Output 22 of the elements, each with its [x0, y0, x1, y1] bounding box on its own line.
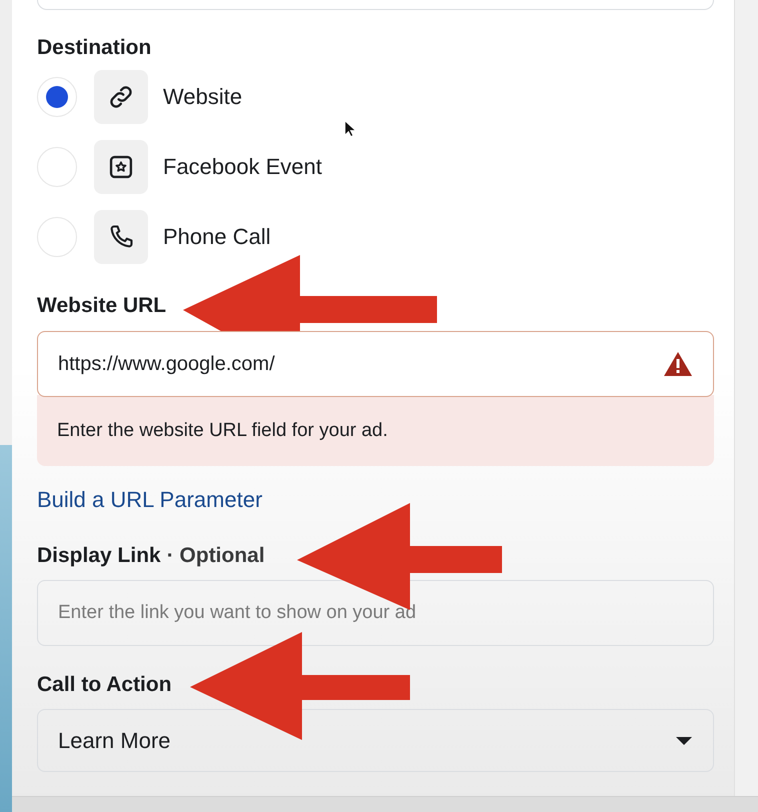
error-message: Enter the website URL field for your ad.	[37, 395, 714, 466]
field-label: Website URL	[37, 294, 168, 318]
star-calendar-icon	[107, 153, 135, 181]
dropdown-value: Learn More	[58, 728, 171, 754]
section-heading: Destination	[37, 36, 152, 60]
warning-icon	[663, 351, 693, 377]
display-link-field[interactable]: Enter the link you want to show on your ad	[37, 580, 714, 646]
caret-icon	[675, 736, 693, 746]
radio-button[interactable]	[37, 217, 77, 257]
radio-button[interactable]	[37, 147, 77, 187]
field-value: https://www.google.com/	[58, 352, 275, 376]
radio-button[interactable]	[37, 77, 77, 117]
cursor-icon	[344, 120, 357, 138]
optional-note: · Optional	[166, 544, 265, 568]
url-parameter-link[interactable]: Build a URL Parameter	[37, 487, 262, 513]
option-label: Facebook Event	[163, 154, 322, 180]
field-label: Display Link	[37, 544, 161, 568]
call-to-action-dropdown[interactable]: Learn More	[37, 709, 714, 772]
option-label: Website	[163, 84, 242, 110]
url-field[interactable]: https://www.google.com/	[37, 331, 714, 397]
field-label: Call to Action	[37, 673, 173, 697]
option-label: Phone Call	[163, 224, 271, 250]
